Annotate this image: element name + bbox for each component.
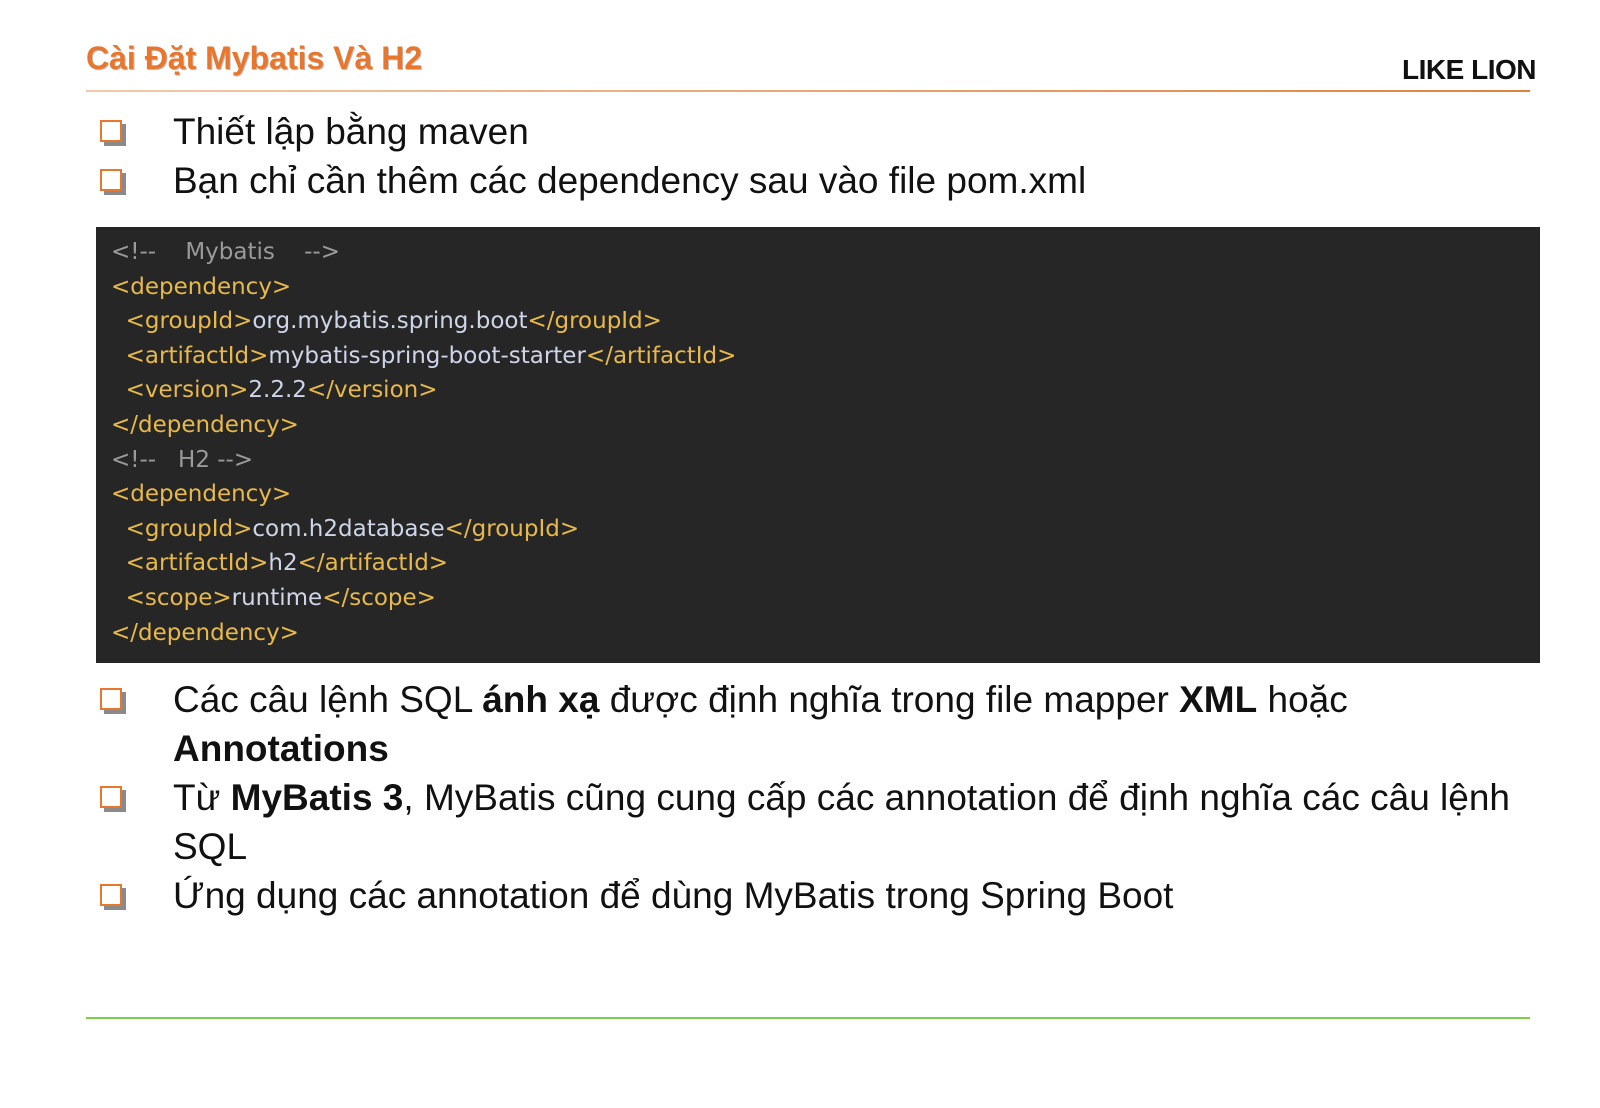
code-value: org.mybatis.spring.boot <box>252 308 528 335</box>
header-divider <box>86 90 1530 92</box>
checkbox-bullet-icon <box>100 169 122 191</box>
bullet-text: Thiết lập bằng maven <box>173 111 529 152</box>
code-tag: <artifactId> <box>125 342 269 369</box>
code-line: <dependency> <box>111 477 1525 512</box>
brand-logo: LIKE LION <box>1402 54 1536 85</box>
code-line: <artifactId>h2</artifactId> <box>111 546 1525 581</box>
code-line: </dependency> <box>111 408 1525 443</box>
bullet-text: Bạn chỉ cần thêm các dependency sau vào … <box>173 160 1087 201</box>
checkbox-bullet-icon <box>100 884 122 906</box>
bullet-list-bottom: Các câu lệnh SQL ánh xạ được định nghĩa … <box>0 675 1600 920</box>
bullet-text: được định nghĩa trong file mapper <box>599 679 1180 720</box>
code-tag: </groupId> <box>527 308 662 335</box>
code-tag: <dependency> <box>111 273 292 300</box>
bullet-item: Bạn chỉ cần thêm các dependency sau vào … <box>0 156 1600 205</box>
code-line: <artifactId>mybatis-spring-boot-starter<… <box>111 339 1525 374</box>
footer-divider <box>86 1017 1530 1019</box>
code-comment: <!-- H2 --> <box>111 446 254 473</box>
checkbox-bullet-icon <box>100 120 122 142</box>
bullet-bold-text: XML <box>1179 679 1258 720</box>
code-tag: </dependency> <box>111 411 299 438</box>
code-tag: </version> <box>306 377 438 404</box>
checkbox-bullet-icon <box>100 688 122 710</box>
code-tag: <version> <box>125 377 249 404</box>
slide-title: Cài Đặt Mybatis Và H2 <box>86 40 423 76</box>
code-line: <scope>runtime</scope> <box>111 581 1525 616</box>
bullet-item: Thiết lập bằng maven <box>0 107 1600 156</box>
bullet-text: Từ <box>173 777 231 818</box>
code-line: <!-- H2 --> <box>111 443 1525 478</box>
code-tag: <dependency> <box>111 481 292 508</box>
code-tag: <groupId> <box>125 515 253 542</box>
code-value: mybatis-spring-boot-starter <box>268 342 586 369</box>
checkbox-bullet-icon <box>100 786 122 808</box>
code-line: <version>2.2.2</version> <box>111 373 1525 408</box>
code-block: <!-- Mybatis --> <dependency> <groupId>o… <box>96 227 1540 663</box>
bullet-text: hoặc <box>1257 679 1348 720</box>
code-tag: </artifactId> <box>297 550 449 577</box>
code-line: <groupId>org.mybatis.spring.boot</groupI… <box>111 304 1525 339</box>
bullet-bold-text: Annotations <box>173 728 389 769</box>
code-tag: <groupId> <box>125 308 253 335</box>
code-tag: <scope> <box>125 584 232 611</box>
bullet-bold-text: MyBatis 3 <box>230 777 404 818</box>
code-tag: </artifactId> <box>585 342 737 369</box>
code-value: h2 <box>268 550 298 577</box>
code-line: <groupId>com.h2database</groupId> <box>111 512 1525 547</box>
code-line: <dependency> <box>111 270 1525 305</box>
code-value: runtime <box>231 584 323 611</box>
code-tag: </groupId> <box>444 515 580 542</box>
code-tag: </scope> <box>322 584 436 611</box>
bullet-item: Từ MyBatis 3, MyBatis cũng cung cấp các … <box>0 773 1600 871</box>
bullet-text: Các câu lệnh SQL <box>173 679 483 720</box>
code-line: <!-- Mybatis --> <box>111 235 1525 270</box>
bullet-bold-text: ánh xạ <box>482 679 600 720</box>
bullet-item: Các câu lệnh SQL ánh xạ được định nghĩa … <box>0 675 1600 773</box>
code-tag: </dependency> <box>111 619 299 646</box>
code-tag: <artifactId> <box>125 550 269 577</box>
code-value: com.h2database <box>252 515 445 542</box>
code-value: 2.2.2 <box>248 377 307 404</box>
bullet-list-top: Thiết lập bằng maven Bạn chỉ cần thêm cá… <box>0 107 1600 205</box>
code-line: </dependency> <box>111 616 1525 651</box>
code-comment: <!-- Mybatis --> <box>111 239 340 265</box>
bullet-text: Ứng dụng các annotation để dùng MyBatis … <box>173 875 1174 916</box>
bullet-item: Ứng dụng các annotation để dùng MyBatis … <box>0 871 1600 920</box>
